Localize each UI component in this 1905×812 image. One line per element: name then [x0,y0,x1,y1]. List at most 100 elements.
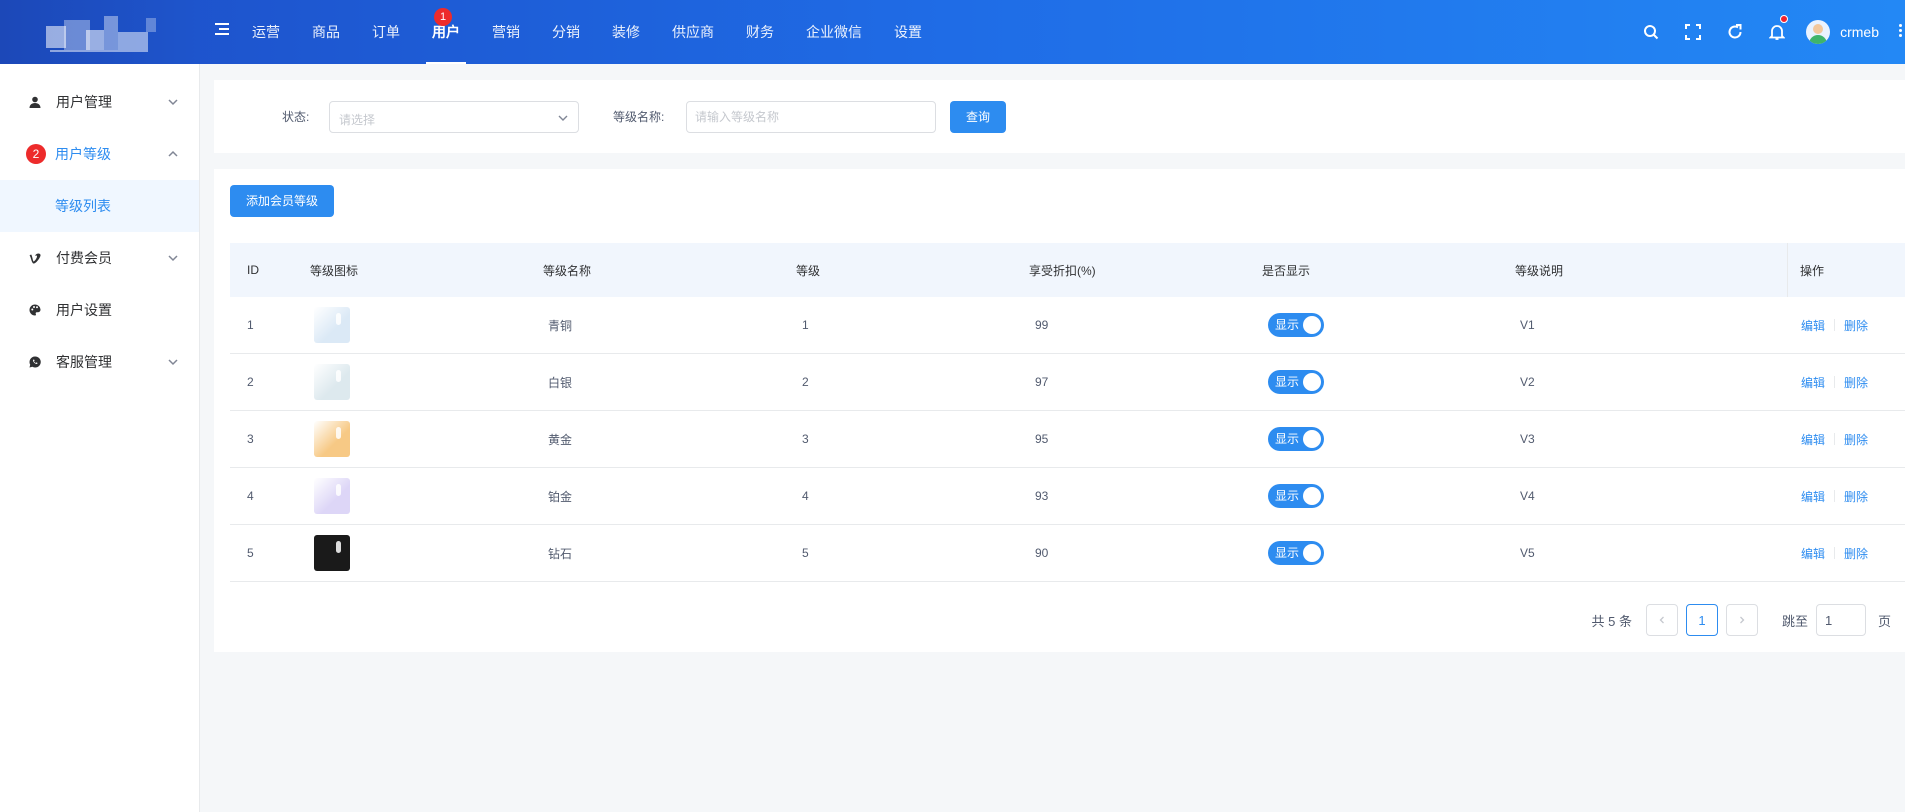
level-name-label: 等级名称: [613,110,665,124]
nav-item-supplier[interactable]: 供应商 [656,0,730,64]
chevron-down-icon [168,359,178,366]
pagination-total: 共 5 条 [1591,613,1632,629]
sidebar-subitem-level-list[interactable]: 等级列表 [0,180,199,232]
cell-id: 5 [247,546,254,560]
delete-link[interactable]: 删除 [1844,317,1868,334]
nav-item-finance[interactable]: 财务 [730,0,790,64]
logo-image [46,12,158,60]
table-row: 5 钻石 5 90 显示 V5 编辑 删除 [230,525,1905,582]
cell-show: 显示 [1268,525,1324,581]
cell-ops: 编辑 删除 [1801,354,1868,410]
show-toggle[interactable]: 显示 [1268,484,1324,508]
search-icon[interactable] [1630,0,1672,64]
cell-icon [314,468,350,524]
nav-item-orders[interactable]: 订单 [356,0,416,64]
nav-item-marketing[interactable]: 营销 [476,0,536,64]
fullscreen-icon[interactable] [1672,0,1714,64]
sidebar-item-label: 用户等级 [55,146,111,162]
prev-page-button[interactable] [1645,604,1678,636]
add-member-level-button[interactable]: 添加会员等级 [230,185,334,217]
show-toggle[interactable]: 显示 [1268,541,1324,565]
chevron-up-icon [168,150,178,157]
level-name-input[interactable] [686,101,936,133]
table-row: 4 铂金 4 93 显示 V4 编辑 删除 [230,468,1905,525]
nav-item-products[interactable]: 商品 [296,0,356,64]
jump-page-input[interactable] [1815,604,1866,636]
cell-ops: 编辑 删除 [1801,468,1868,524]
status-select[interactable]: 请选择 [329,101,579,133]
next-page-button[interactable] [1725,604,1758,636]
show-toggle[interactable]: 显示 [1268,370,1324,394]
sidebar-item-user-settings[interactable]: 用户设置 [0,284,199,336]
query-button[interactable]: 查询 [950,101,1006,133]
ops-divider [1834,376,1836,388]
refresh-icon[interactable] [1714,0,1756,64]
chevron-down-icon [558,115,568,121]
delete-link[interactable]: 删除 [1844,431,1868,448]
header-tools: crmeb [1630,0,1905,64]
nav-item-settings[interactable]: 设置 [878,0,938,64]
delete-link[interactable]: 删除 [1844,545,1868,562]
sidebar-item-label: 付费会员 [56,250,112,266]
page-suffix: 页 [1877,613,1891,629]
cell-discount: 95 [1035,432,1049,446]
cell-ops: 编辑 删除 [1801,297,1868,353]
cell-show: 显示 [1268,354,1324,410]
cell-id: 4 [247,489,254,503]
page-button-current[interactable]: 1 [1685,604,1718,636]
edit-link[interactable]: 编辑 [1801,374,1825,391]
more-icon[interactable] [1899,24,1903,39]
cell-ops: 编辑 删除 [1801,525,1868,581]
username[interactable]: crmeb [1840,24,1879,40]
sidebar-item-label: 客服管理 [56,354,112,370]
menu-toggle-icon[interactable] [213,23,229,39]
status-label: 状态: [282,110,310,124]
logo[interactable] [0,0,200,64]
vimeo-icon [28,251,42,265]
cell-desc: V2 [1520,375,1535,389]
level-icon-image [314,307,350,343]
cell-discount: 90 [1035,546,1049,560]
table-row: 3 黄金 3 95 显示 V3 编辑 删除 [230,411,1905,468]
cell-grade: 2 [802,375,809,389]
edit-link[interactable]: 编辑 [1801,545,1825,562]
sidebar-item-customer-service[interactable]: 客服管理 [0,336,199,388]
level-icon-image [314,421,350,457]
delete-link[interactable]: 删除 [1844,488,1868,505]
sidebar-item-user-level[interactable]: 2 用户等级 [0,128,199,180]
avatar[interactable] [1806,20,1831,44]
delete-link[interactable]: 删除 [1844,374,1868,391]
bell-icon[interactable] [1756,0,1798,64]
sidebar-item-paid-member[interactable]: 付费会员 [0,232,199,284]
cell-icon [314,354,350,410]
cell-icon [314,297,350,353]
cell-discount: 97 [1035,375,1049,389]
top-nav: 运营 商品 订单 用户 营销 分销 装修 供应商 财务 企业微信 设置 1 [236,0,938,64]
cell-name: 铂金 [548,489,573,504]
nav-item-distribution[interactable]: 分销 [536,0,596,64]
edit-link[interactable]: 编辑 [1801,317,1825,334]
show-toggle[interactable]: 显示 [1268,427,1324,451]
nav-item-wecom[interactable]: 企业微信 [790,0,878,64]
nav-item-ops[interactable]: 运营 [236,0,296,64]
cell-ops: 编辑 删除 [1801,411,1868,467]
nav-item-decoration[interactable]: 装修 [596,0,656,64]
cell-desc: V4 [1520,489,1535,503]
ops-divider [1834,490,1836,502]
cell-name: 钻石 [548,546,573,561]
cell-icon [314,525,350,581]
ops-divider [1834,547,1836,559]
cell-name: 白银 [548,375,573,390]
table-row: 1 青铜 1 99 显示 V1 编辑 删除 [230,297,1905,354]
edit-link[interactable]: 编辑 [1801,431,1825,448]
cell-discount: 93 [1035,489,1049,503]
show-toggle[interactable]: 显示 [1268,313,1324,337]
cell-show: 显示 [1268,297,1324,353]
sidebar-item-user-management[interactable]: 用户管理 [0,76,199,128]
chevron-left-icon [1659,616,1664,624]
palette-icon [28,303,42,317]
user-icon [28,95,42,109]
cell-desc: V1 [1520,318,1535,332]
edit-link[interactable]: 编辑 [1801,488,1825,505]
cell-show: 显示 [1268,411,1324,467]
